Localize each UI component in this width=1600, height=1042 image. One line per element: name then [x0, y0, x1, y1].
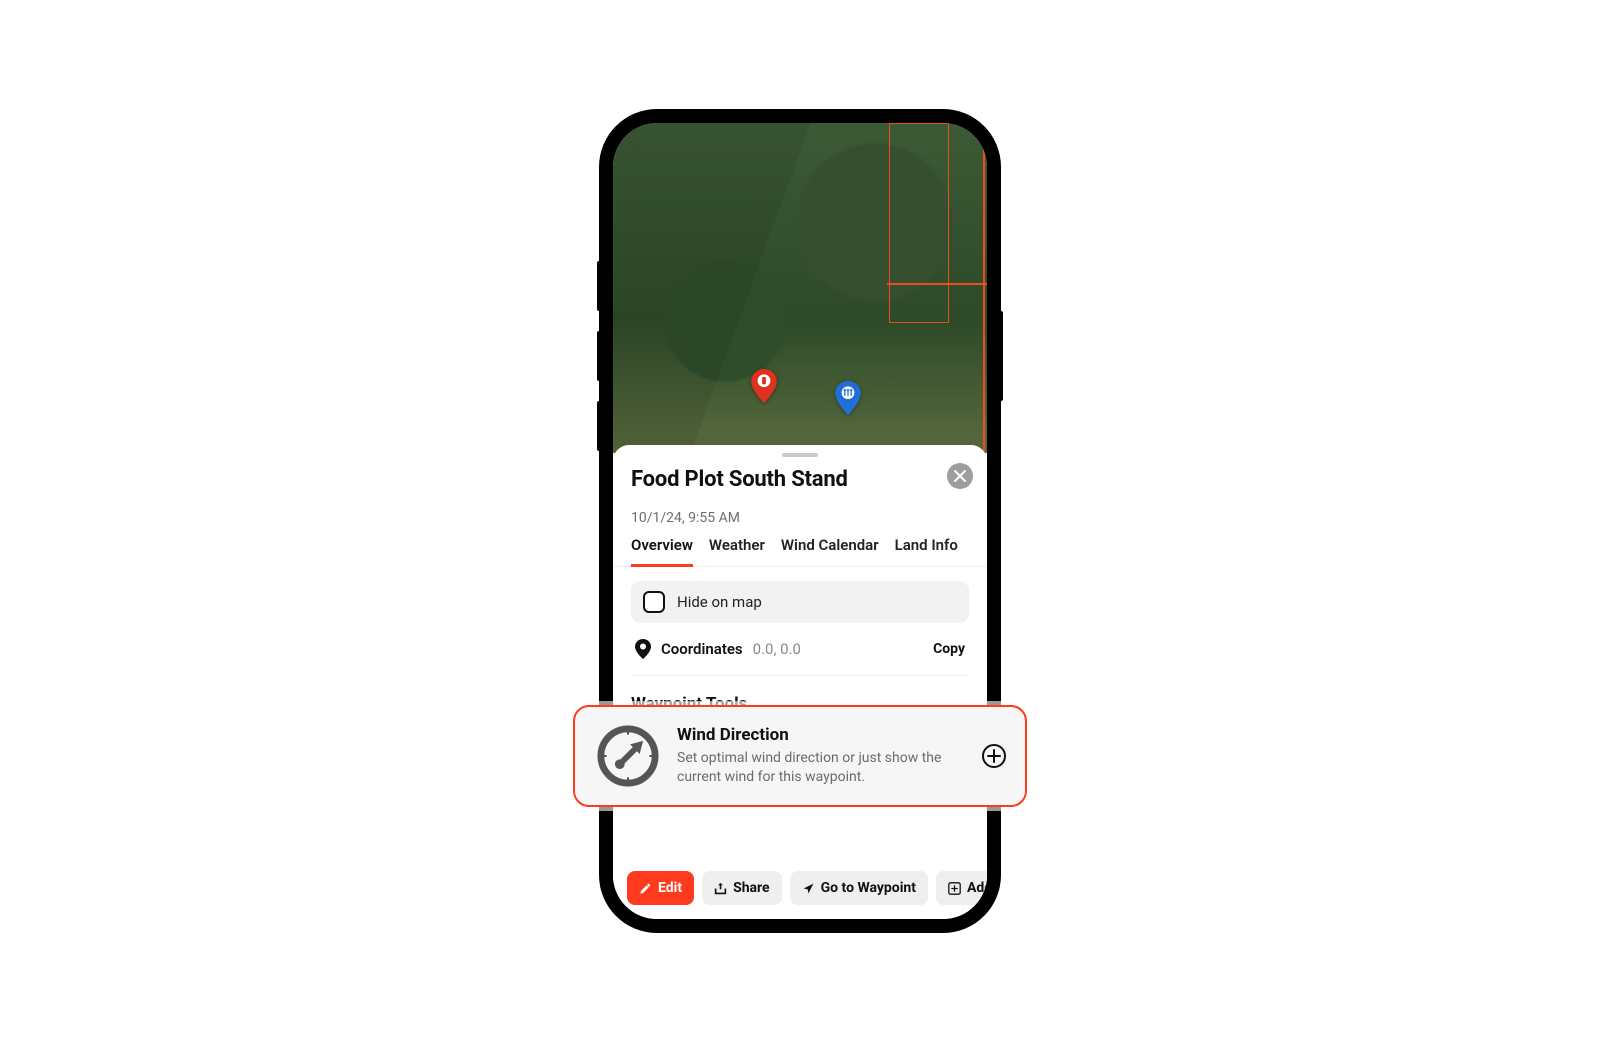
pencil-icon	[639, 882, 652, 895]
close-button[interactable]	[947, 463, 973, 489]
add-to-button[interactable]: Add t	[936, 871, 987, 905]
share-icon	[714, 882, 727, 895]
plus-circle-icon	[981, 743, 1007, 769]
add-square-icon	[948, 882, 961, 895]
compass-icon	[597, 725, 659, 787]
map-pin-red[interactable]	[751, 369, 777, 403]
edit-button[interactable]: Edit	[627, 871, 694, 905]
wind-direction-title: Wind Direction	[677, 725, 963, 745]
location-pin-icon	[635, 639, 651, 659]
share-button[interactable]: Share	[702, 871, 782, 905]
navigate-icon	[802, 882, 815, 895]
add-to-label: Add t	[967, 880, 987, 896]
waypoint-timestamp: 10/1/24, 9:55 AM	[613, 510, 987, 526]
wind-direction-tool-card[interactable]: Wind Direction Set optimal wind directio…	[573, 705, 1027, 807]
copy-coordinates-button[interactable]: Copy	[933, 641, 965, 657]
coordinates-row: Coordinates 0.0, 0.0 Copy	[631, 623, 969, 676]
tab-land-info[interactable]: Land Info	[895, 536, 958, 566]
tabs: Overview Weather Wind Calendar Land Info	[613, 526, 987, 567]
close-icon	[954, 470, 966, 482]
hide-on-map-checkbox[interactable]	[643, 591, 665, 613]
hide-on-map-label: Hide on map	[677, 593, 762, 611]
action-bar: Edit Share Go to Waypoint Add t	[613, 861, 987, 919]
tab-overview[interactable]: Overview	[631, 536, 693, 567]
coordinates-value: 0.0, 0.0	[753, 640, 801, 658]
property-boundary-line	[983, 123, 985, 453]
wind-direction-description: Set optimal wind direction or just show …	[677, 749, 963, 787]
map-pin-blue[interactable]	[835, 381, 861, 415]
coordinates-label: Coordinates	[661, 640, 743, 658]
tab-wind-calendar[interactable]: Wind Calendar	[781, 536, 879, 566]
property-boundary-line	[887, 283, 987, 285]
waypoint-sheet: Food Plot South Stand 10/1/24, 9:55 AM O…	[613, 445, 987, 919]
hide-on-map-row[interactable]: Hide on map	[631, 581, 969, 623]
goto-waypoint-button[interactable]: Go to Waypoint	[790, 871, 928, 905]
tab-weather[interactable]: Weather	[709, 536, 765, 566]
waypoint-title: Food Plot South Stand	[631, 467, 969, 492]
edit-button-label: Edit	[658, 880, 682, 896]
sheet-grabber[interactable]	[782, 453, 818, 457]
phone-frame: Food Plot South Stand 10/1/24, 9:55 AM O…	[601, 111, 999, 931]
map-satellite[interactable]	[613, 123, 987, 453]
goto-waypoint-label: Go to Waypoint	[821, 880, 916, 896]
property-boundary-line	[889, 123, 949, 323]
share-button-label: Share	[733, 880, 770, 896]
add-wind-direction-button[interactable]	[981, 743, 1007, 769]
